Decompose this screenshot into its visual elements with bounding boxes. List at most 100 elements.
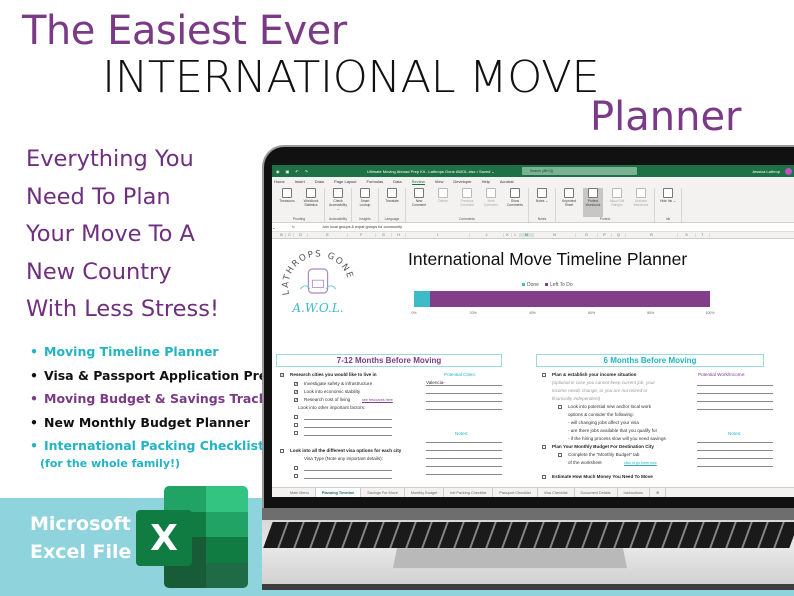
checkbox[interactable] (294, 423, 298, 427)
column-header[interactable]: J (470, 233, 504, 237)
tab-home[interactable]: Home (274, 179, 285, 184)
avatar[interactable] (785, 167, 792, 175)
user-name[interactable]: Jessica Lathrop (752, 169, 780, 174)
column-header[interactable]: K (504, 233, 512, 237)
allow-edit-ranges-button[interactable]: Allow Edit Ranges (607, 188, 627, 217)
smart-lookup-button[interactable]: Smart Lookup (355, 188, 375, 217)
input-line[interactable] (426, 401, 502, 402)
input-line[interactable] (697, 401, 773, 402)
input-line[interactable] (697, 458, 773, 459)
column-header[interactable]: C (286, 233, 294, 237)
column-header[interactable]: M (520, 233, 534, 237)
notes-button[interactable]: Notes ⌄ (532, 188, 552, 217)
unshare-workbook-button[interactable]: Unshare Workbook (631, 188, 651, 217)
input-line[interactable] (697, 466, 773, 467)
column-header[interactable]: I (406, 233, 470, 237)
input-line[interactable] (304, 435, 392, 436)
checkbox-checked[interactable]: ✓ (294, 398, 298, 402)
sheet-tab-document-details[interactable]: Document Details (575, 487, 618, 497)
checkbox[interactable] (294, 466, 298, 470)
tab-acrobat[interactable]: Acrobat (500, 179, 514, 184)
input-line[interactable] (697, 393, 773, 394)
column-header[interactable]: T (696, 233, 710, 237)
previous-comment-button[interactable]: Previous Comment (457, 188, 477, 217)
tab-view[interactable]: View (435, 179, 444, 184)
next-comment-button[interactable]: Next Comment (481, 188, 501, 217)
input-line[interactable] (426, 474, 502, 475)
tab-developer[interactable]: Developer (453, 179, 471, 184)
input-line[interactable] (697, 442, 773, 443)
checkbox[interactable] (294, 431, 298, 435)
column-header[interactable]: Q (612, 233, 626, 237)
input-line[interactable] (697, 450, 773, 451)
input-line[interactable] (426, 385, 502, 386)
checkbox[interactable] (542, 445, 546, 449)
tab-help[interactable]: Help (482, 179, 490, 184)
redo-icon[interactable]: ↷ (305, 169, 308, 174)
column-header[interactable]: S (678, 233, 696, 237)
check-accessibility-button[interactable]: Check Accessibility ⌄ (328, 188, 348, 217)
tab-formulas[interactable]: Formulas (367, 179, 384, 184)
monthly-budget-link[interactable]: click to go there now (624, 461, 657, 465)
column-header[interactable]: G (376, 233, 392, 237)
translate-button[interactable]: Translate (382, 188, 402, 217)
resources-link[interactable]: see resources here (362, 398, 393, 402)
sheet-tab-passport-checklist[interactable]: Passport Checklist (493, 487, 538, 497)
show-comments-button[interactable]: Show Comments (505, 188, 525, 217)
checkbox[interactable] (558, 405, 562, 409)
sheet-tab-savings-for-move[interactable]: Savings For Move (361, 487, 405, 497)
delete-button[interactable]: Delete (433, 188, 453, 217)
protect-workbook-button[interactable]: Protect Workbook (583, 188, 603, 217)
sheet-tab-monthly-budget[interactable]: Monthly Budget (405, 487, 445, 497)
input-line[interactable] (697, 409, 773, 410)
input-line[interactable] (304, 478, 392, 479)
input-line[interactable] (304, 470, 392, 471)
column-header[interactable]: D (294, 233, 308, 237)
sheet-tab-visa-checklist[interactable]: Visa Checklist (538, 487, 575, 497)
column-header[interactable]: H (392, 233, 406, 237)
add-sheet-icon[interactable]: ⊕ (650, 487, 667, 497)
formula-input[interactable]: Join local groups & expat groups for com… (322, 225, 402, 229)
input-line[interactable] (426, 442, 502, 443)
tab-draw[interactable]: Draw (315, 179, 324, 184)
column-header[interactable]: N (534, 233, 576, 237)
checkbox[interactable] (542, 475, 546, 479)
workbook-statistics-button[interactable]: Workbook Statistics (301, 188, 321, 217)
thesaurus-button[interactable]: Thesaurus (277, 188, 297, 217)
input-line[interactable] (697, 385, 773, 386)
sheet-tab-instructions[interactable]: Instructions (618, 487, 650, 497)
checkbox[interactable] (280, 449, 284, 453)
column-header[interactable]: B (278, 233, 286, 237)
undo-icon[interactable]: ↶ (295, 169, 298, 174)
sheet-tab-main-menu[interactable]: Main Menu (284, 487, 316, 497)
save-icon[interactable]: ▣ (286, 169, 290, 174)
input-line[interactable] (426, 393, 502, 394)
input-line[interactable] (426, 409, 502, 410)
checkbox[interactable] (558, 453, 562, 457)
new-comment-button[interactable]: New Comment (409, 188, 429, 217)
input-line[interactable] (426, 458, 502, 459)
tab-page-layout[interactable]: Page Layout (334, 179, 356, 184)
column-header[interactable]: L (512, 233, 520, 237)
column-header[interactable]: O (576, 233, 598, 237)
column-header[interactable]: E (308, 233, 348, 237)
column-header[interactable]: R (626, 233, 678, 237)
unprotect-sheet-button[interactable]: Unprotect Sheet (559, 188, 579, 217)
column-header[interactable]: F (348, 233, 376, 237)
tab-review[interactable]: Review (411, 179, 425, 185)
input-line[interactable] (426, 466, 502, 467)
input-line[interactable] (304, 419, 392, 420)
sheet-tab-planning-timeline[interactable]: Planning Timeline (315, 487, 362, 497)
name-box[interactable]: ⌄ (272, 225, 292, 230)
tab-data[interactable]: Data (393, 179, 401, 184)
checkbox-checked[interactable]: ✓ (294, 390, 298, 394)
search-input[interactable]: Search (Alt+Q) (522, 167, 637, 175)
hide-ink-button[interactable]: Hide Ink ⌄ (658, 188, 678, 217)
autosave-toggle-icon[interactable]: ◉ (276, 169, 280, 174)
checkbox[interactable] (542, 373, 546, 377)
checkbox[interactable] (294, 415, 298, 419)
column-header[interactable]: P (598, 233, 612, 237)
sheet-tab-intl-packing-checklist[interactable]: Intl Packing Checklist (444, 487, 494, 497)
input-line[interactable] (304, 427, 392, 428)
checkbox-checked[interactable]: ✓ (280, 373, 284, 377)
